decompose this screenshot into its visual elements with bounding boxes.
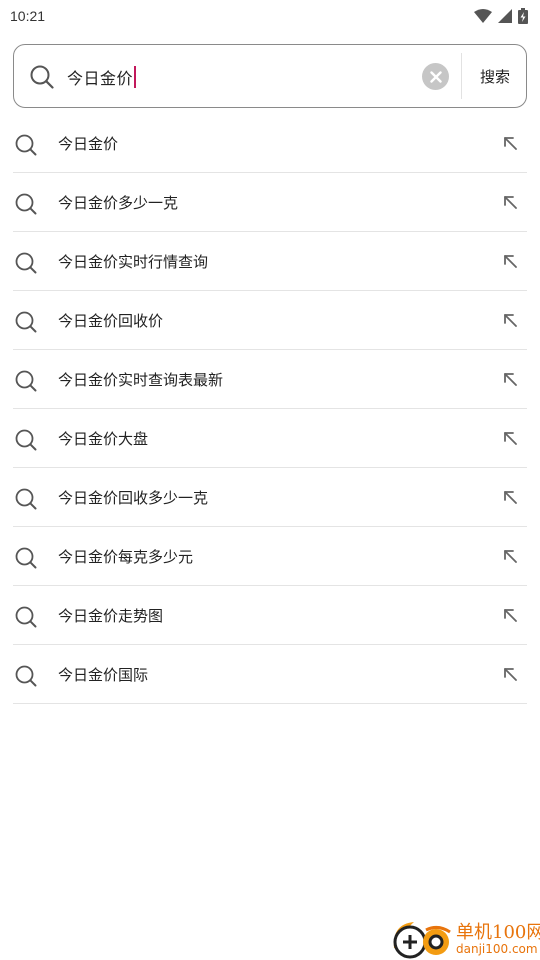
suggestion-row[interactable]: 今日金价多少一克: [13, 173, 527, 232]
search-icon: [15, 252, 37, 274]
fill-query-arrow-icon[interactable]: [503, 254, 517, 268]
status-bar: 10:21: [0, 0, 540, 32]
watermark: 单机100网 danji100.com: [390, 918, 540, 960]
search-icon: [15, 134, 37, 156]
search-icon: [15, 311, 37, 333]
suggestion-row[interactable]: 今日金价国际: [13, 645, 527, 704]
suggestion-row[interactable]: 今日金价每克多少元: [13, 527, 527, 586]
fill-query-arrow-icon[interactable]: [503, 549, 517, 563]
suggestion-text: 今日金价实时行情查询: [58, 252, 209, 271]
suggestion-row[interactable]: 今日金价回收多少一克: [13, 468, 527, 527]
suggestion-text: 今日金价国际: [58, 665, 149, 684]
suggestion-text: 今日金价走势图: [58, 606, 164, 625]
search-icon: [15, 665, 37, 687]
search-icon: [15, 370, 37, 392]
wifi-icon: [474, 9, 492, 23]
search-icon: [15, 606, 37, 628]
battery-charging-icon: [518, 8, 528, 24]
fill-query-arrow-icon[interactable]: [503, 431, 517, 445]
fill-query-arrow-icon[interactable]: [503, 136, 517, 150]
suggestion-row[interactable]: 今日金价实时行情查询: [13, 232, 527, 291]
search-button[interactable]: 搜索: [462, 45, 528, 107]
suggestion-text: 今日金价: [58, 134, 119, 153]
fill-query-arrow-icon[interactable]: [503, 195, 517, 209]
fill-query-arrow-icon[interactable]: [503, 608, 517, 622]
search-box: 今日金价 搜索: [13, 44, 527, 108]
status-icons: [474, 8, 528, 24]
search-icon: [15, 429, 37, 451]
fill-query-arrow-icon[interactable]: [503, 490, 517, 504]
text-caret: [134, 66, 137, 88]
suggestion-list: 今日金价今日金价多少一克今日金价实时行情查询 今日金价回收价今日金价实时查询表最新…: [13, 114, 527, 704]
search-input-value: 今日金价: [67, 69, 134, 88]
suggestion-text: 今日金价回收价: [58, 311, 164, 330]
search-input[interactable]: 今日金价: [67, 63, 137, 91]
watermark-title: 单机100网: [456, 922, 540, 943]
search-icon: [15, 193, 37, 215]
fill-query-arrow-icon[interactable]: [503, 667, 517, 681]
fill-query-arrow-icon[interactable]: [503, 372, 517, 386]
suggestion-row[interactable]: 今日金价实时查询表最新: [13, 350, 527, 409]
search-icon: [30, 65, 54, 89]
suggestion-row[interactable]: 今日金价大盘: [13, 409, 527, 468]
close-icon: [429, 70, 442, 83]
suggestion-text: 今日金价回收多少一克: [58, 488, 209, 507]
clear-button[interactable]: [422, 63, 449, 90]
signal-icon: [498, 9, 512, 23]
search-icon: [15, 547, 37, 569]
fill-query-arrow-icon[interactable]: [503, 313, 517, 327]
watermark-url: danji100.com: [456, 942, 538, 956]
suggestion-text: 今日金价每克多少元: [58, 547, 194, 566]
suggestion-text: 今日金价大盘: [58, 429, 149, 448]
status-time: 10:21: [10, 8, 46, 24]
suggestion-text: 今日金价多少一克: [58, 193, 179, 212]
suggestion-row[interactable]: 今日金价回收价: [13, 291, 527, 350]
suggestion-text: 今日金价实时查询表最新: [58, 370, 224, 389]
watermark-logo-icon: [393, 922, 451, 959]
suggestion-row[interactable]: 今日金价: [13, 114, 527, 173]
suggestion-row[interactable]: 今日金价走势图: [13, 586, 527, 645]
screen: 10:21 今日金价 搜索 今日金价 今日金价多少一克 今日金价实时行情查询 今…: [0, 0, 540, 960]
search-icon: [15, 488, 37, 510]
